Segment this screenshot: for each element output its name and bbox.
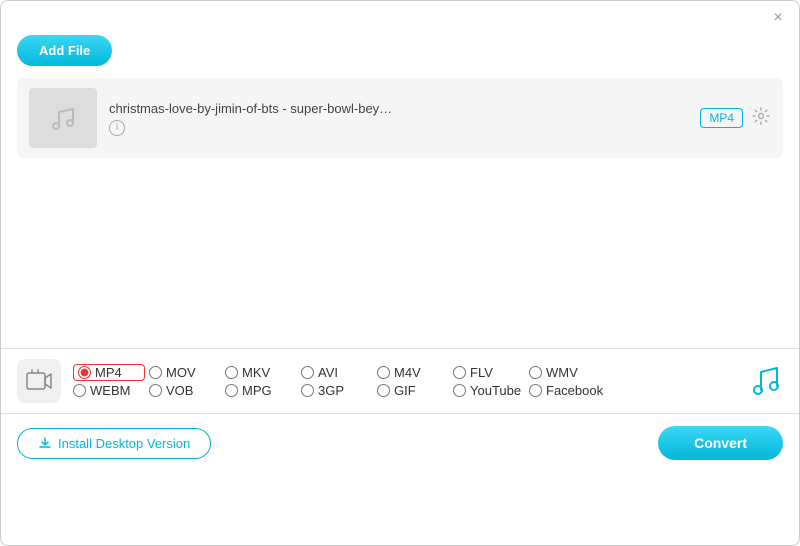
format-youtube[interactable]: YouTube xyxy=(453,383,525,398)
format-mp4[interactable]: MP4 xyxy=(73,364,145,381)
format-m4v[interactable]: M4V xyxy=(377,365,449,380)
format-vob[interactable]: VOB xyxy=(149,383,221,398)
format-bar: MP4 MOV MKV AVI M4V FLV xyxy=(1,348,799,414)
close-button[interactable]: × xyxy=(769,9,787,27)
file-list: christmas-love-by-jimin-of-bts - super-b… xyxy=(1,78,799,158)
format-flv[interactable]: FLV xyxy=(453,365,525,380)
file-info: christmas-love-by-jimin-of-bts - super-b… xyxy=(109,101,688,136)
format-row-1: MP4 MOV MKV AVI M4V FLV xyxy=(73,364,739,381)
format-webm[interactable]: WEBM xyxy=(73,383,145,398)
format-row-2: WEBM VOB MPG 3GP GIF YouTube xyxy=(73,383,739,398)
convert-button[interactable]: Convert xyxy=(658,426,783,460)
add-file-button[interactable]: Add File xyxy=(17,35,112,66)
settings-icon[interactable] xyxy=(751,106,771,131)
file-actions: MP4 xyxy=(700,106,771,131)
format-3gp[interactable]: 3GP xyxy=(301,383,373,398)
format-grid: MP4 MOV MKV AVI M4V FLV xyxy=(73,364,739,398)
music-icon xyxy=(45,100,81,136)
file-thumbnail xyxy=(29,88,97,148)
format-badge[interactable]: MP4 xyxy=(700,108,743,128)
file-name: christmas-love-by-jimin-of-bts - super-b… xyxy=(109,101,529,116)
format-avi[interactable]: AVI xyxy=(301,365,373,380)
format-icon-box xyxy=(17,359,61,403)
format-facebook[interactable]: Facebook xyxy=(529,383,603,398)
install-desktop-button[interactable]: Install Desktop Version xyxy=(17,428,211,459)
format-mkv[interactable]: MKV xyxy=(225,365,297,380)
music-note-icon xyxy=(751,362,783,398)
file-item: christmas-love-by-jimin-of-bts - super-b… xyxy=(17,78,783,158)
info-icon[interactable]: i xyxy=(109,120,125,136)
title-bar: × xyxy=(1,1,799,31)
video-icon xyxy=(25,367,53,395)
empty-area xyxy=(1,158,799,348)
format-mpg[interactable]: MPG xyxy=(225,383,297,398)
format-mov[interactable]: MOV xyxy=(149,365,221,380)
audio-icon-box xyxy=(751,362,783,401)
format-wmv[interactable]: WMV xyxy=(529,365,601,380)
download-icon xyxy=(38,436,52,450)
format-gif[interactable]: GIF xyxy=(377,383,449,398)
toolbar: Add File xyxy=(1,31,799,78)
bottom-bar: Install Desktop Version Convert xyxy=(1,414,799,472)
